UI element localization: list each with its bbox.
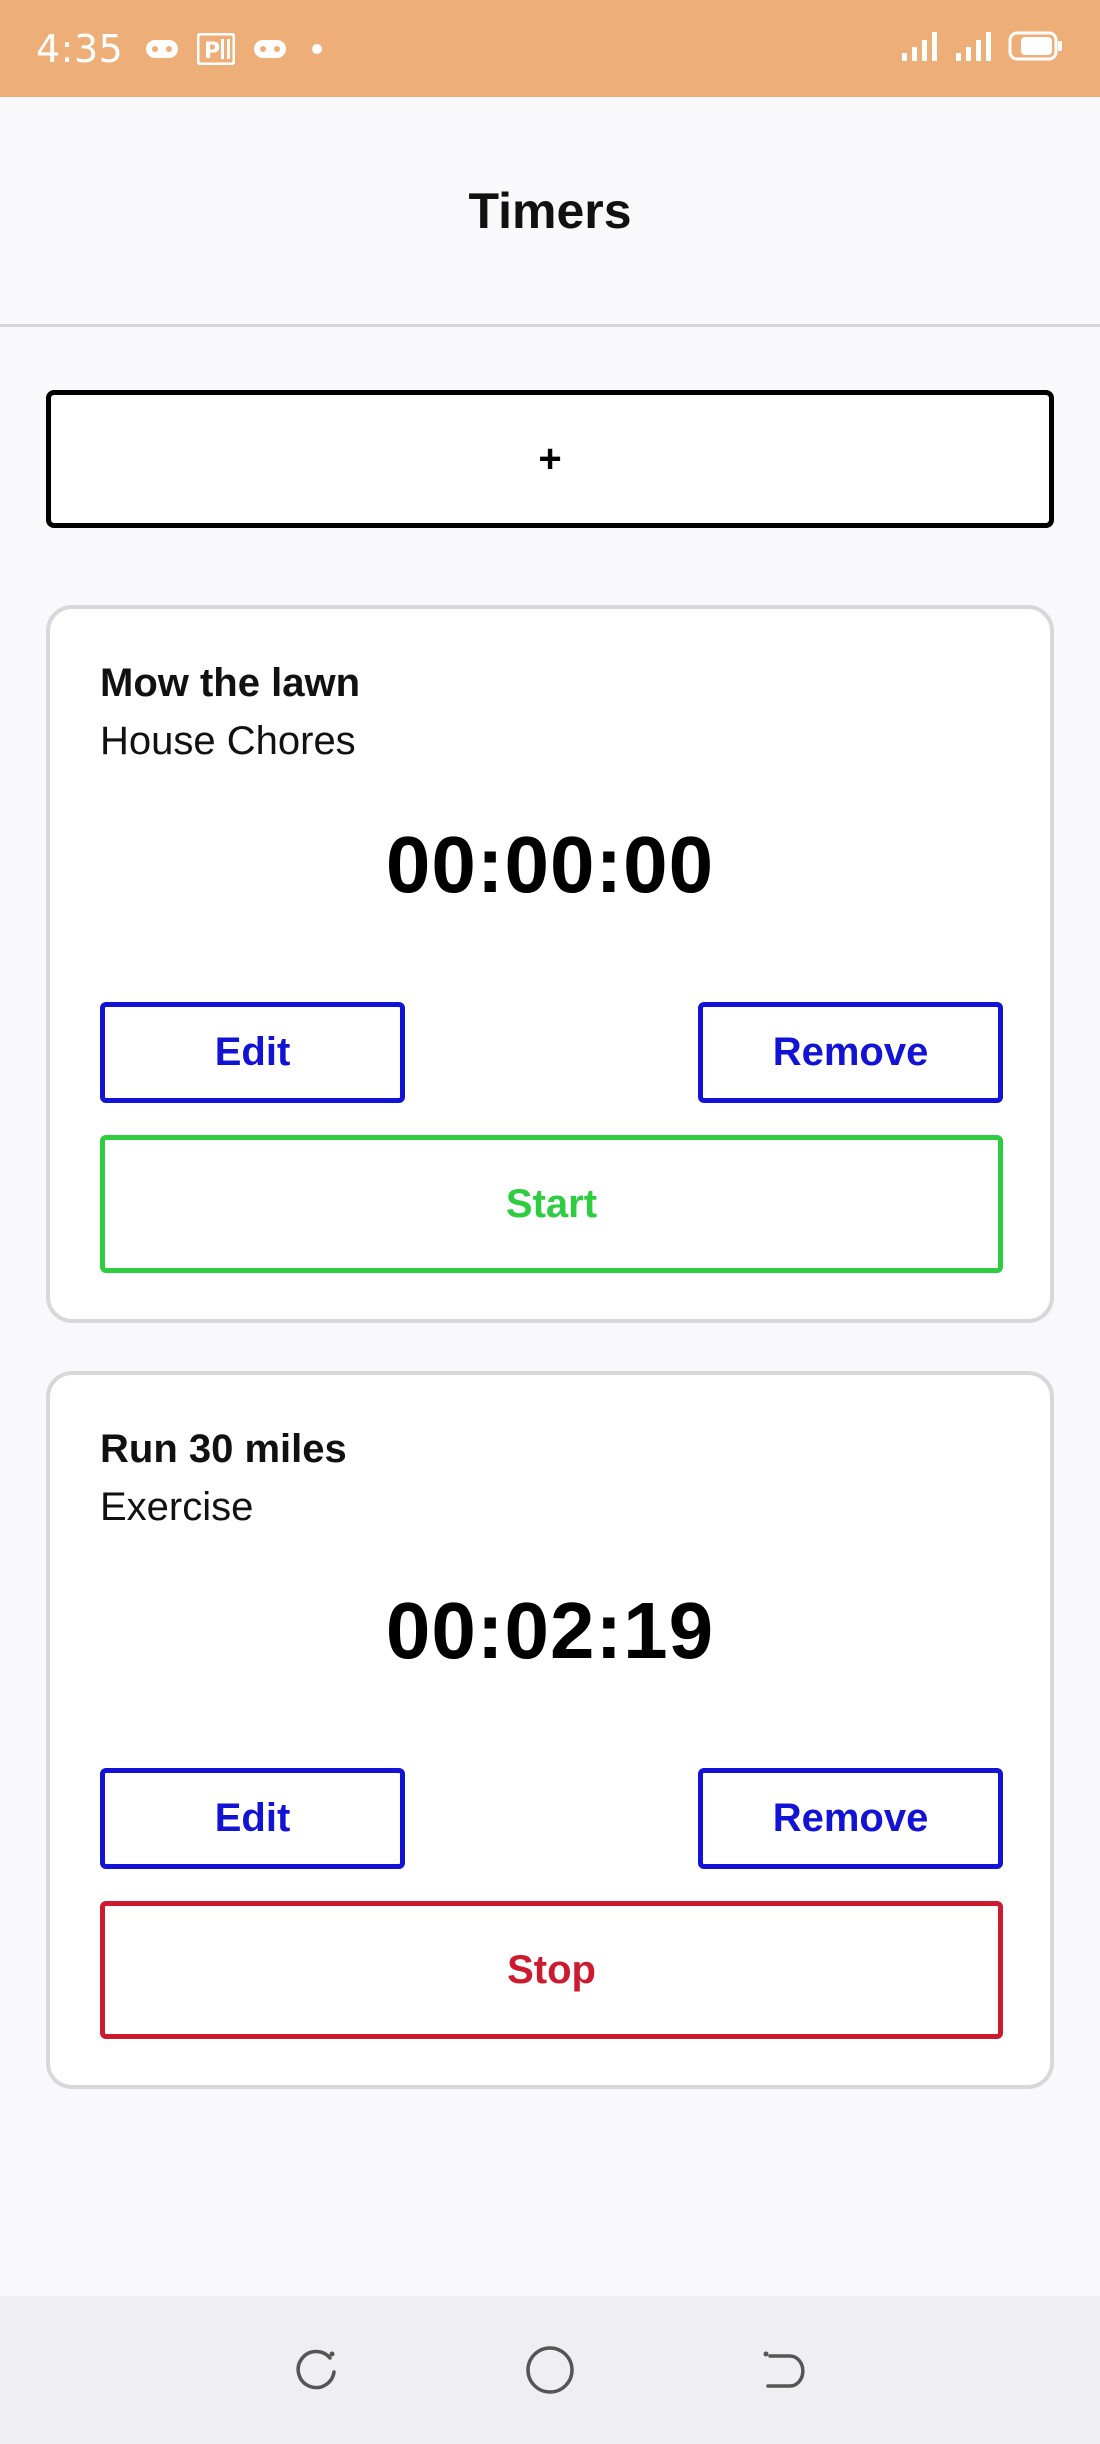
signal-icon [954,29,998,68]
edit-button[interactable]: Edit [100,1002,405,1103]
svg-text:P: P [204,39,220,64]
add-timer-button[interactable]: + [46,390,1054,528]
status-bar: 4:35 P [0,0,1100,97]
dot-icon [305,37,329,61]
timer-elapsed: 00:02:19 [385,1586,715,1675]
notification-icons: P [145,32,329,65]
remove-button[interactable]: Remove [698,1768,1003,1869]
back-icon[interactable] [760,2346,808,2394]
timer-card: Mow the lawn House Chores 00:00:00 Edit … [46,605,1054,1323]
stop-button[interactable]: Stop [100,1901,1003,2039]
recents-icon[interactable] [292,2346,340,2394]
signal-icon [900,29,944,68]
system-nav-bar [0,2296,1100,2444]
edit-button[interactable]: Edit [100,1768,405,1869]
timer-category: House Chores [100,719,356,763]
gamepad-icon [145,38,179,60]
start-button[interactable]: Start [100,1135,1003,1273]
home-icon[interactable] [524,2344,576,2396]
timer-name: Mow the lawn [100,661,360,705]
system-icons [900,29,1064,68]
timer-category: Exercise [100,1485,254,1529]
remove-button[interactable]: Remove [698,1002,1003,1103]
gamepad-icon [253,38,287,60]
battery-icon [1008,31,1064,66]
parking-app-icon: P [197,32,236,65]
timer-card: Run 30 miles Exercise 00:02:19 Edit Remo… [46,1371,1054,2089]
timer-name: Run 30 miles [100,1427,347,1471]
app-header: Timers [0,97,1100,327]
timer-elapsed: 00:00:00 [385,820,715,909]
page-title: Timers [468,182,632,239]
status-time: 4:35 [36,26,124,71]
